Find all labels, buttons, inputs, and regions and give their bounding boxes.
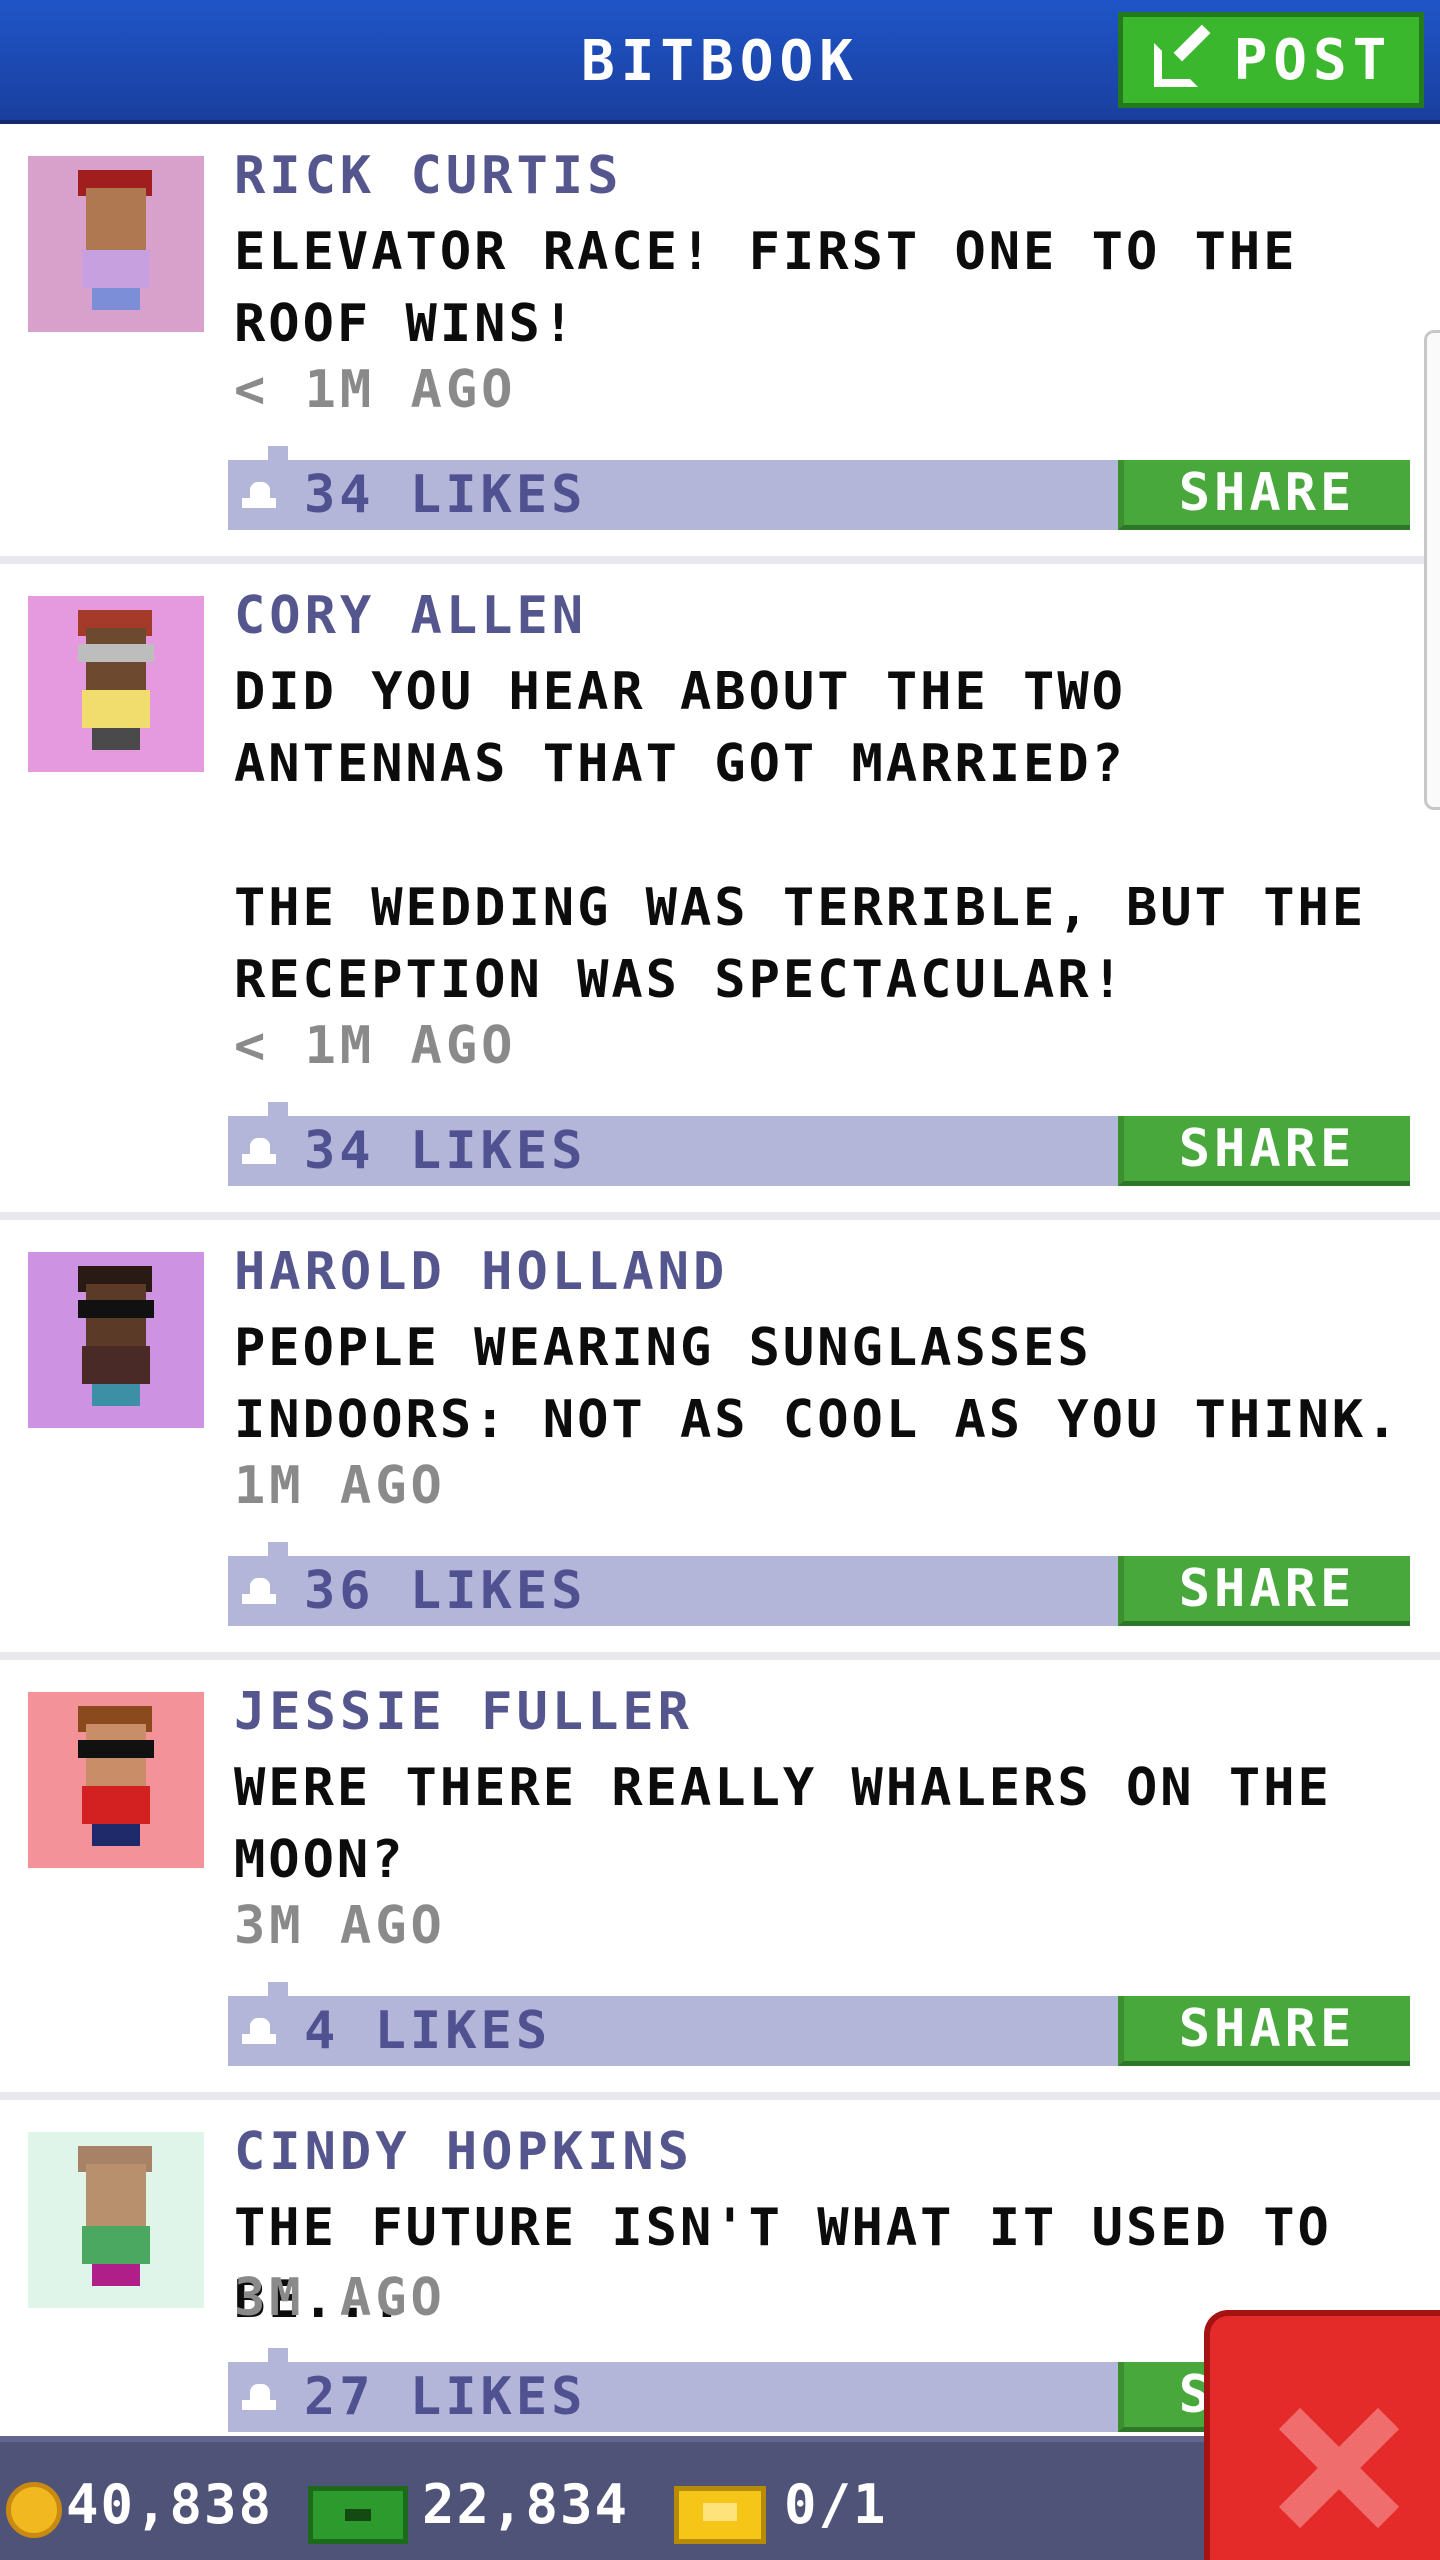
divider xyxy=(0,1652,1440,1660)
post-author[interactable]: JESSIE FULLER xyxy=(234,1682,693,1742)
bux-icon xyxy=(308,2486,408,2544)
share-button[interactable]: SHARE xyxy=(1118,1996,1410,2066)
app-header: BITBOOK POST xyxy=(0,0,1440,124)
divider xyxy=(0,2092,1440,2100)
like-icon[interactable] xyxy=(242,2384,276,2410)
likes-bar: 34 LIKES SHARE xyxy=(228,446,1410,530)
post-message: PEOPLE WEARING SUNGLASSES INDOORS: NOT A… xyxy=(234,1318,1401,1450)
post-time: < 1M AGO xyxy=(234,360,517,420)
post-time: 1M AGO xyxy=(234,1456,446,1516)
avatar xyxy=(28,1692,204,1868)
post-message: WERE THERE REALLY WHALERS ON THE MOON? xyxy=(234,1758,1332,1890)
post-time: < 1M AGO xyxy=(234,1016,517,1076)
close-button[interactable] xyxy=(1204,2310,1440,2560)
like-icon[interactable] xyxy=(242,1578,276,1604)
avatar xyxy=(28,596,204,772)
feed-post: RICK CURTIS ELEVATOR RACE! FIRST ONE TO … xyxy=(0,124,1440,556)
like-icon[interactable] xyxy=(242,2018,276,2044)
post-message: ELEVATOR RACE! FIRST ONE TO THE ROOF WIN… xyxy=(234,222,1298,354)
feed-post: JESSIE FULLER WERE THERE REALLY WHALERS … xyxy=(0,1660,1440,2092)
post-author[interactable]: CINDY HOPKINS xyxy=(234,2122,693,2182)
likes-count: 34 LIKES xyxy=(304,465,587,525)
post-author[interactable]: HAROLD HOLLAND xyxy=(234,1242,728,1302)
coins-count: 40,838 xyxy=(66,2473,274,2536)
likes-bar: 34 LIKES SHARE xyxy=(228,1102,1410,1186)
feed-post: HAROLD HOLLAND PEOPLE WEARING SUNGLASSES… xyxy=(0,1220,1440,1652)
like-icon[interactable] xyxy=(242,1138,276,1164)
likes-count: 4 LIKES xyxy=(304,2001,552,2061)
scrollbar[interactable] xyxy=(1424,330,1440,810)
share-button[interactable]: SHARE xyxy=(1118,1556,1410,1626)
share-button[interactable]: SHARE xyxy=(1118,1116,1410,1186)
close-icon xyxy=(1278,2407,1400,2529)
likes-bar: 4 LIKES SHARE xyxy=(228,1982,1410,2066)
post-button-label: POST xyxy=(1233,27,1393,93)
post-author[interactable]: CORY ALLEN xyxy=(234,586,587,646)
post-message: DID YOU HEAR ABOUT THE TWO ANTENNAS THAT… xyxy=(234,662,1367,1010)
like-icon[interactable] xyxy=(242,482,276,508)
vip-count: 0/1 xyxy=(784,2473,888,2536)
bux-count: 22,834 xyxy=(422,2473,630,2536)
post-author[interactable]: RICK CURTIS xyxy=(234,146,622,206)
likes-count: 27 LIKES xyxy=(304,2367,587,2427)
share-button[interactable]: SHARE xyxy=(1118,460,1410,530)
post-time: 3M AGO xyxy=(234,1896,446,1956)
edit-icon xyxy=(1150,24,1212,91)
post-button[interactable]: POST xyxy=(1118,12,1424,108)
coin-icon xyxy=(6,2482,62,2538)
likes-count: 36 LIKES xyxy=(304,1561,587,1621)
divider xyxy=(0,556,1440,564)
post-time: 3M AGO xyxy=(234,2268,446,2328)
avatar xyxy=(28,2132,204,2308)
likes-bar: 36 LIKES SHARE xyxy=(228,1542,1410,1626)
likes-count: 34 LIKES xyxy=(304,1121,587,1181)
feed-post: CORY ALLEN DID YOU HEAR ABOUT THE TWO AN… xyxy=(0,564,1440,1212)
avatar xyxy=(28,156,204,332)
avatar xyxy=(28,1252,204,1428)
vip-ticket-icon xyxy=(674,2486,766,2544)
divider xyxy=(0,1212,1440,1220)
